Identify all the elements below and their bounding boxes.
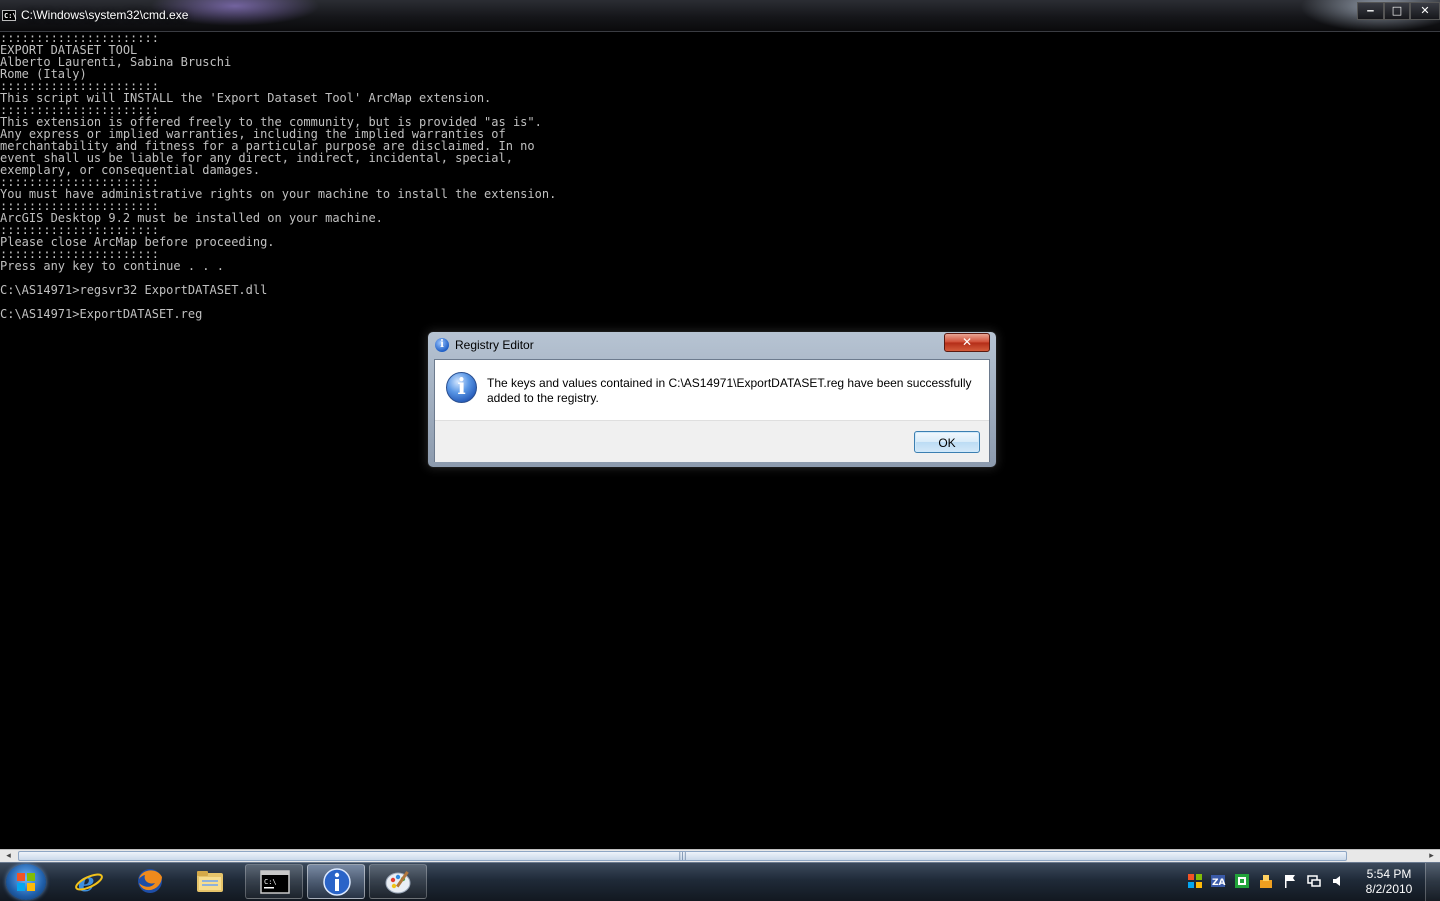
information-icon: i [446, 372, 477, 403]
action-center-flag-icon[interactable] [1282, 873, 1298, 889]
console-line: Press any key to continue . . . [0, 259, 224, 273]
green-square-icon [1235, 874, 1249, 888]
close-button[interactable]: ✕ [1410, 2, 1440, 20]
ie-icon: e [75, 868, 103, 895]
scroll-thumb[interactable]: ||| [18, 851, 1347, 861]
console-line: C:\AS14971>ExportDATASET.reg [0, 307, 203, 321]
taskbar-command-prompt[interactable]: C:\ [245, 864, 303, 899]
console-line: C:\AS14971>regsvr32 ExportDATASET.dll [0, 283, 268, 297]
green-app-icon[interactable] [1234, 873, 1250, 889]
taskbar-firefox[interactable] [121, 864, 179, 899]
window-title: C:\Windows\system32\cmd.exe [21, 8, 189, 22]
dialog-footer: OK [435, 420, 989, 462]
minimize-button[interactable]: ‒ [1357, 2, 1384, 20]
folder-icon [197, 871, 223, 892]
taskbar-windows-explorer[interactable] [181, 864, 239, 899]
orange-box-icon [1260, 875, 1272, 888]
windows-flag-icon [1188, 874, 1202, 888]
zonealarm-icon[interactable]: ZA [1210, 873, 1226, 889]
palette-icon [385, 871, 411, 894]
dialog-title-bar[interactable]: i Registry Editor ✕ [428, 332, 996, 358]
dialog-close-button[interactable]: ✕ [944, 333, 990, 352]
cmd-app-icon[interactable]: C:\ [2, 10, 17, 21]
svg-text:ZA: ZA [1212, 878, 1226, 888]
dialog-message: The keys and values contained in C:\AS14… [487, 376, 982, 406]
svg-text:C:\: C:\ [264, 878, 277, 886]
start-button[interactable] [6, 864, 46, 900]
cmd-icon: C:\ [260, 870, 290, 894]
taskbar-registry-editor[interactable] [307, 864, 365, 899]
network-share-icon[interactable] [1258, 873, 1274, 889]
taskbar-internet-explorer[interactable]: e [60, 864, 118, 899]
info-icon [323, 868, 351, 896]
za-icon: ZA [1211, 875, 1226, 888]
horizontal-scrollbar[interactable]: ◂ ||| ▸ [0, 849, 1440, 863]
firefox-icon [138, 869, 162, 893]
registry-editor-dialog: i Registry Editor ✕ i The keys and value… [427, 331, 997, 468]
volume-icon[interactable] [1330, 873, 1346, 889]
info-icon: i [435, 338, 449, 352]
dialog-message-line: added to the registry. [487, 391, 599, 405]
clock-date: 8/2/2010 [1365, 882, 1413, 896]
console-title-bar[interactable]: C:\ C:\Windows\system32\cmd.exe ‒ □ ✕ [0, 0, 1440, 32]
speaker-icon [1333, 876, 1340, 886]
clock[interactable]: 5:54 PM 8/2/2010 [1356, 867, 1422, 897]
ok-button[interactable]: OK [914, 431, 980, 453]
network-icon[interactable] [1306, 873, 1322, 889]
dialog-message-line: The keys and values contained in C:\AS14… [487, 376, 972, 390]
monitor-network-icon [1307, 875, 1321, 887]
maximize-button[interactable]: □ [1384, 2, 1410, 20]
flag-colored-icon[interactable] [1187, 873, 1203, 889]
dialog-title: Registry Editor [455, 338, 534, 352]
flag-icon [1285, 875, 1295, 888]
taskbar: e C:\ ZA 5:54 PM 8/2/2010 [0, 862, 1440, 901]
dialog-body: i The keys and values contained in C:\AS… [434, 359, 990, 462]
show-desktop-button[interactable] [1425, 863, 1440, 901]
clock-time: 5:54 PM [1366, 867, 1412, 881]
taskbar-paint[interactable] [369, 864, 427, 899]
windows-logo-icon [17, 873, 35, 891]
